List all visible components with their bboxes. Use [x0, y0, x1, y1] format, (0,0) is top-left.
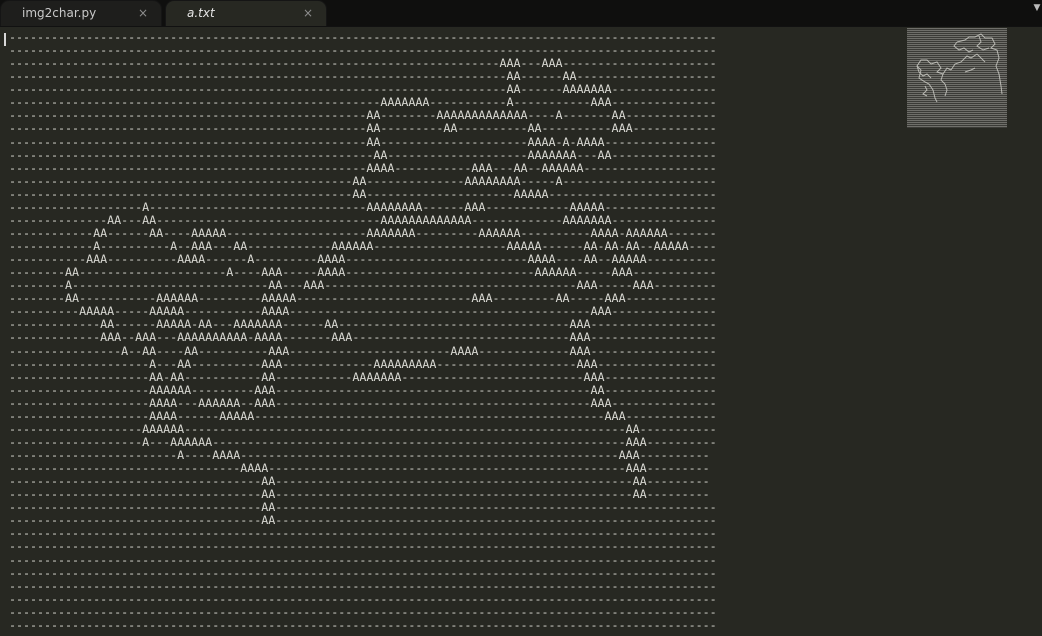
text-line[interactable]: --------------------A---AA----------AAA-…	[9, 357, 717, 371]
text-line[interactable]: ----------AAAAA-----AAAAA-----------AAAA…	[9, 304, 717, 318]
text-line[interactable]: ----------------------------------------…	[9, 148, 717, 162]
text-line[interactable]: --------------------AA-AA-----------AA--…	[9, 370, 717, 384]
text-line[interactable]: --------------------AAAA------AAAAA-----…	[9, 409, 717, 423]
text-line[interactable]: ------------------------A----AAAA-------…	[9, 448, 710, 462]
tab-a-txt[interactable]: a.txt ×	[165, 0, 327, 26]
text-line[interactable]: -------------AAA--AAA---AAAAAAAAAA-AAAA-…	[9, 330, 717, 344]
text-line[interactable]: ----------------------------------------…	[9, 161, 717, 175]
text-line[interactable]: ----------------------------------------…	[9, 579, 717, 593]
tab-img2char-py[interactable]: img2char.py ×	[0, 0, 162, 26]
text-line[interactable]: ----------------------------------------…	[9, 121, 717, 135]
editor-window: img2char.py × a.txt × ▼ ----------------…	[0, 0, 1042, 636]
text-line[interactable]: ----------------------------------------…	[9, 56, 717, 70]
text-line[interactable]: --------------AA---AA-------------------…	[9, 213, 717, 227]
text-line[interactable]: ----------------------------------------…	[9, 174, 717, 188]
text-line[interactable]: ----------------------------------------…	[9, 69, 717, 83]
text-line[interactable]: ----------------A--AA----AA----------AAA…	[9, 344, 717, 358]
text-line[interactable]: ----------------------------------------…	[9, 539, 717, 553]
text-line[interactable]: ----------------------------------------…	[9, 108, 717, 122]
text-line[interactable]: ----------------------------------------…	[9, 526, 717, 540]
text-line[interactable]: ----------------------------------------…	[9, 95, 717, 109]
text-line[interactable]: -----------AAA----------AAAA------A-----…	[9, 252, 717, 266]
text-line[interactable]: -------------------A---AAAAAA-----------…	[9, 435, 717, 449]
text-line[interactable]: --------A----------------------------AA-…	[9, 278, 717, 292]
text-line[interactable]: -------------AA------AAAAA-AA---AAAAAAA-…	[9, 317, 717, 331]
minimap-viewport[interactable]	[907, 28, 1007, 128]
text-line[interactable]: ------------------------------------AA--…	[9, 474, 710, 488]
text-content[interactable]: ----------------------------------------…	[9, 30, 717, 632]
tab-label: img2char.py	[22, 6, 97, 20]
text-line[interactable]: ------------A----------A--AAA---AA------…	[9, 239, 717, 253]
tab-bar: img2char.py × a.txt × ▼	[0, 0, 1042, 27]
close-icon[interactable]: ×	[138, 0, 148, 26]
text-line[interactable]: ---------------------------------AAAA---…	[9, 461, 710, 475]
text-line[interactable]: ----------------------------------------…	[9, 43, 717, 57]
text-line[interactable]: -------------------A--------------------…	[9, 200, 717, 214]
text-line[interactable]: ------------AA------AA----AAAAA---------…	[9, 226, 717, 240]
text-line[interactable]: ----------------------------------------…	[9, 553, 717, 567]
text-editor[interactable]: ----------------------------------------…	[0, 27, 1042, 636]
text-line[interactable]: ----------------------------------------…	[9, 605, 717, 619]
text-cursor	[4, 33, 6, 46]
text-line[interactable]: --------AA-----------AAAAAA---------AAAA…	[9, 291, 717, 305]
text-line[interactable]: ----------------------------------------…	[9, 187, 717, 201]
text-line[interactable]: ------------------------------------AA--…	[9, 487, 710, 501]
text-line[interactable]: ----------------------------------------…	[9, 592, 717, 606]
text-line[interactable]: ----------------------------------------…	[9, 618, 717, 632]
text-line[interactable]: ----------------------------------------…	[9, 82, 717, 96]
text-line[interactable]: ----------------------------------------…	[9, 135, 717, 149]
text-line[interactable]: ------------------------------------AA--…	[9, 513, 717, 527]
text-line[interactable]: --------AA---------------------A----AAA-…	[9, 265, 717, 279]
tab-overflow-chevron-down-icon[interactable]: ▼	[1032, 2, 1042, 14]
text-line[interactable]: --------------------AAAAAA---------AAA--…	[9, 383, 717, 397]
close-icon[interactable]: ×	[303, 0, 313, 26]
text-line[interactable]: --------------------AAAA---AAAAAA--AAA--…	[9, 396, 717, 410]
minimap[interactable]	[907, 28, 1007, 128]
text-line[interactable]: ------------------------------------AA--…	[9, 500, 717, 514]
tab-label: a.txt	[187, 6, 215, 20]
text-line[interactable]: ----------------------------------------…	[9, 566, 717, 580]
text-line[interactable]: -------------------AAAAAA---------------…	[9, 422, 717, 436]
text-line[interactable]: ----------------------------------------…	[9, 30, 717, 44]
